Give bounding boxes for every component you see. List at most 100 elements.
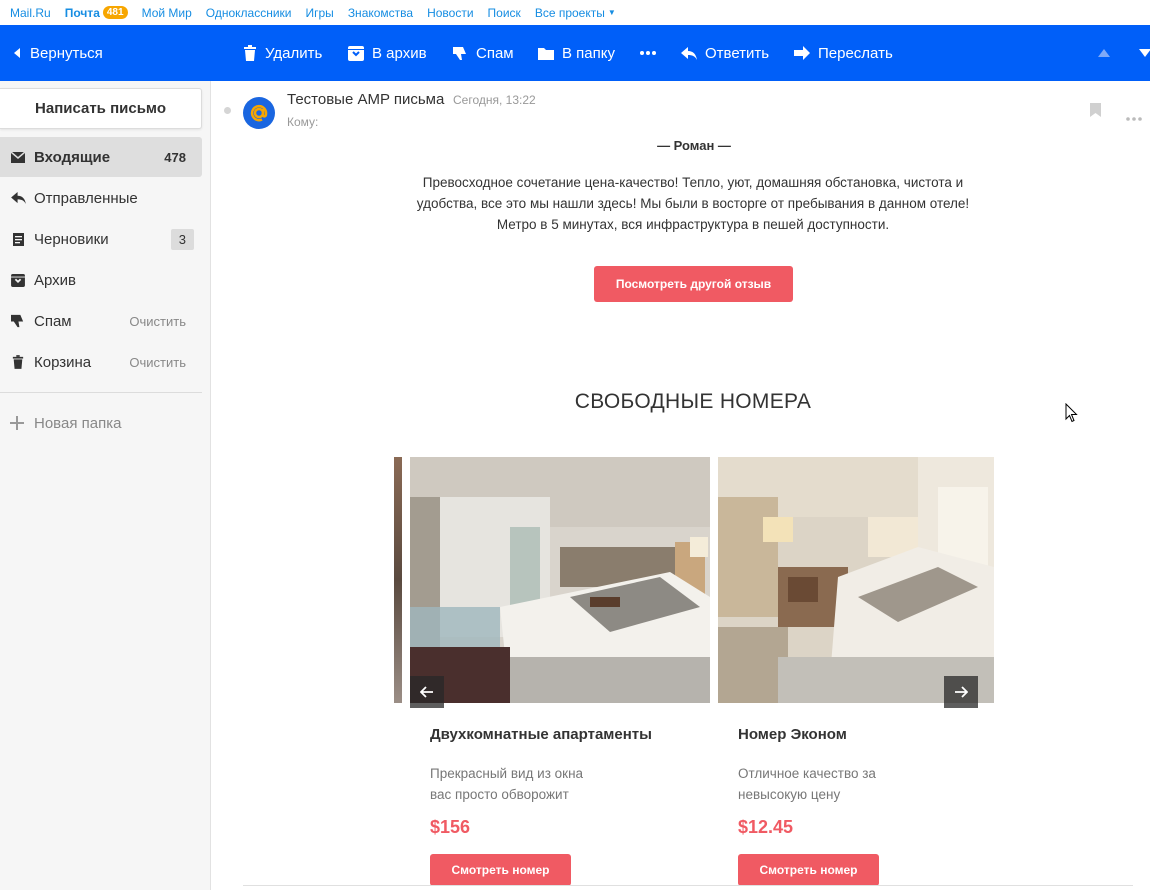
room-price: $12.45 xyxy=(738,817,794,837)
new-folder-button[interactable]: Новая папка xyxy=(0,403,121,443)
inbox-count: 478 xyxy=(164,149,186,165)
carousel-prev-button[interactable] xyxy=(410,676,444,708)
trash-label: Корзина xyxy=(34,353,92,371)
sender-avatar xyxy=(243,97,275,129)
move-to-folder-button[interactable]: В папку xyxy=(538,25,615,81)
clear-spam-button[interactable]: Очистить xyxy=(129,314,186,329)
portal-link-mail-label: Почта xyxy=(64,5,100,20)
previous-slide-edge xyxy=(394,457,402,703)
more-dots-icon xyxy=(640,51,656,55)
compose-button[interactable]: Написать письмо xyxy=(0,88,202,129)
portal-link-my-world[interactable]: Мой Мир xyxy=(142,6,192,20)
sidebar-item-spam[interactable]: Спам Очистить xyxy=(0,301,202,341)
carousel-next-button[interactable] xyxy=(944,676,978,708)
room-price: $156 xyxy=(430,817,471,837)
back-arrow-icon xyxy=(14,48,20,58)
delete-label: Удалить xyxy=(265,44,323,62)
move-to-folder-label: В папку xyxy=(562,44,615,62)
archive-button[interactable]: В архив xyxy=(348,25,427,81)
message-more-icon[interactable] xyxy=(1126,108,1142,126)
another-review-button[interactable]: Посмотреть другой отзыв xyxy=(594,266,793,302)
sidebar: Написать письмо Входящие 478 Отправленны… xyxy=(0,81,211,890)
at-sign-icon xyxy=(250,104,268,122)
sidebar-item-drafts[interactable]: Черновики 3 xyxy=(0,219,202,259)
clear-trash-button[interactable]: Очистить xyxy=(129,355,186,370)
reply-label: Ответить xyxy=(705,44,770,62)
portal-link-mail[interactable]: Почта 481 xyxy=(65,6,128,20)
room-description-line: Отличное качество за xyxy=(738,766,876,781)
spam-button[interactable]: Спам xyxy=(453,25,514,81)
room-title: Двухкомнатные апартаменты xyxy=(430,726,652,743)
archive-icon xyxy=(348,45,364,61)
sent-label: Отправленные xyxy=(34,189,138,207)
draft-icon xyxy=(0,232,34,246)
section-title: СВОБОДНЫЕ НОМЕРА xyxy=(574,390,812,413)
message-date: Сегодня, 13:22 xyxy=(453,93,536,107)
more-actions-button[interactable] xyxy=(640,25,664,81)
thumb-down-icon xyxy=(453,46,466,60)
room-description: Отличное качество за невысокую цену xyxy=(738,763,938,805)
portal-link-search[interactable]: Поиск xyxy=(488,6,521,20)
archive-label: Архив xyxy=(34,271,77,289)
mail-toolbar: Вернуться Удалить В архив Спам В папку О… xyxy=(0,25,1150,81)
review-text: Превосходное сочетание цена-качество! Те… xyxy=(416,175,970,232)
prev-message-button[interactable] xyxy=(1098,25,1110,81)
mail-count-badge: 481 xyxy=(102,6,128,19)
arrow-left-icon xyxy=(420,686,433,698)
archive-label: В архив xyxy=(372,44,427,62)
portal-link-dating[interactable]: Знакомства xyxy=(348,6,413,20)
trash-icon xyxy=(244,45,256,61)
bookmark-icon[interactable] xyxy=(1090,103,1101,122)
portal-link-news[interactable]: Новости xyxy=(427,6,473,20)
thumb-down-icon xyxy=(0,314,34,328)
view-room-button[interactable]: Смотреть номер xyxy=(738,854,879,886)
folder-icon xyxy=(538,47,554,60)
recipient-label[interactable]: Кому: xyxy=(287,115,318,129)
view-room-button[interactable]: Смотреть номер xyxy=(430,854,571,886)
portal-link-mailru[interactable]: Mail.Ru xyxy=(10,6,51,20)
reply-icon xyxy=(0,192,34,204)
spam-label: Спам xyxy=(34,312,72,330)
room-title: Номер Эконом xyxy=(738,726,847,743)
room-description-line: вас просто обворожит xyxy=(430,787,569,802)
portal-bar: Mail.Ru Почта 481 Мой Мир Одноклассники И… xyxy=(0,0,1150,25)
plus-icon xyxy=(0,416,34,430)
forward-button[interactable]: Переслать xyxy=(794,25,893,81)
next-message-button[interactable] xyxy=(1139,25,1150,81)
sidebar-item-sent[interactable]: Отправленные xyxy=(0,178,202,218)
arrow-down-icon xyxy=(1139,49,1150,57)
arrow-right-icon xyxy=(955,686,968,698)
sidebar-item-trash[interactable]: Корзина Очистить xyxy=(0,342,202,382)
room-description-line: Прекрасный вид из окна xyxy=(430,766,584,781)
trash-icon xyxy=(0,355,34,369)
spam-label: Спам xyxy=(476,44,514,62)
drafts-label: Черновики xyxy=(34,230,109,248)
content-divider xyxy=(243,885,1133,886)
room-photo-economy xyxy=(718,457,994,703)
sidebar-divider xyxy=(0,392,202,393)
reply-icon xyxy=(681,46,697,60)
reply-button[interactable]: Ответить xyxy=(681,25,769,81)
sidebar-item-inbox[interactable]: Входящие 478 xyxy=(0,137,202,177)
room-description: Прекрасный вид из окна вас просто обворо… xyxy=(430,763,630,805)
sidebar-item-archive[interactable]: Архив xyxy=(0,260,202,300)
envelope-icon xyxy=(0,151,34,163)
message-subject: Тестовые AMP письма xyxy=(287,91,445,108)
back-label: Вернуться xyxy=(30,44,103,62)
portal-link-ok[interactable]: Одноклассники xyxy=(206,6,292,20)
read-status-dot[interactable] xyxy=(224,107,231,114)
arrow-up-icon xyxy=(1098,49,1110,57)
back-button[interactable]: Вернуться xyxy=(12,25,103,81)
drafts-count: 3 xyxy=(170,228,194,250)
review-author: — Роман — xyxy=(657,138,731,153)
chevron-down-icon: ▼ xyxy=(607,8,616,17)
room-description-line: невысокую цену xyxy=(738,787,841,802)
inbox-label: Входящие xyxy=(34,148,111,166)
forward-icon xyxy=(794,46,810,60)
portal-link-all-projects[interactable]: Все проекты ▼ xyxy=(535,6,616,20)
new-folder-label: Новая папка xyxy=(34,414,122,432)
all-projects-label: Все проекты xyxy=(534,5,605,20)
archive-icon xyxy=(0,273,34,287)
portal-link-games[interactable]: Игры xyxy=(306,6,334,20)
delete-button[interactable]: Удалить xyxy=(243,25,322,81)
